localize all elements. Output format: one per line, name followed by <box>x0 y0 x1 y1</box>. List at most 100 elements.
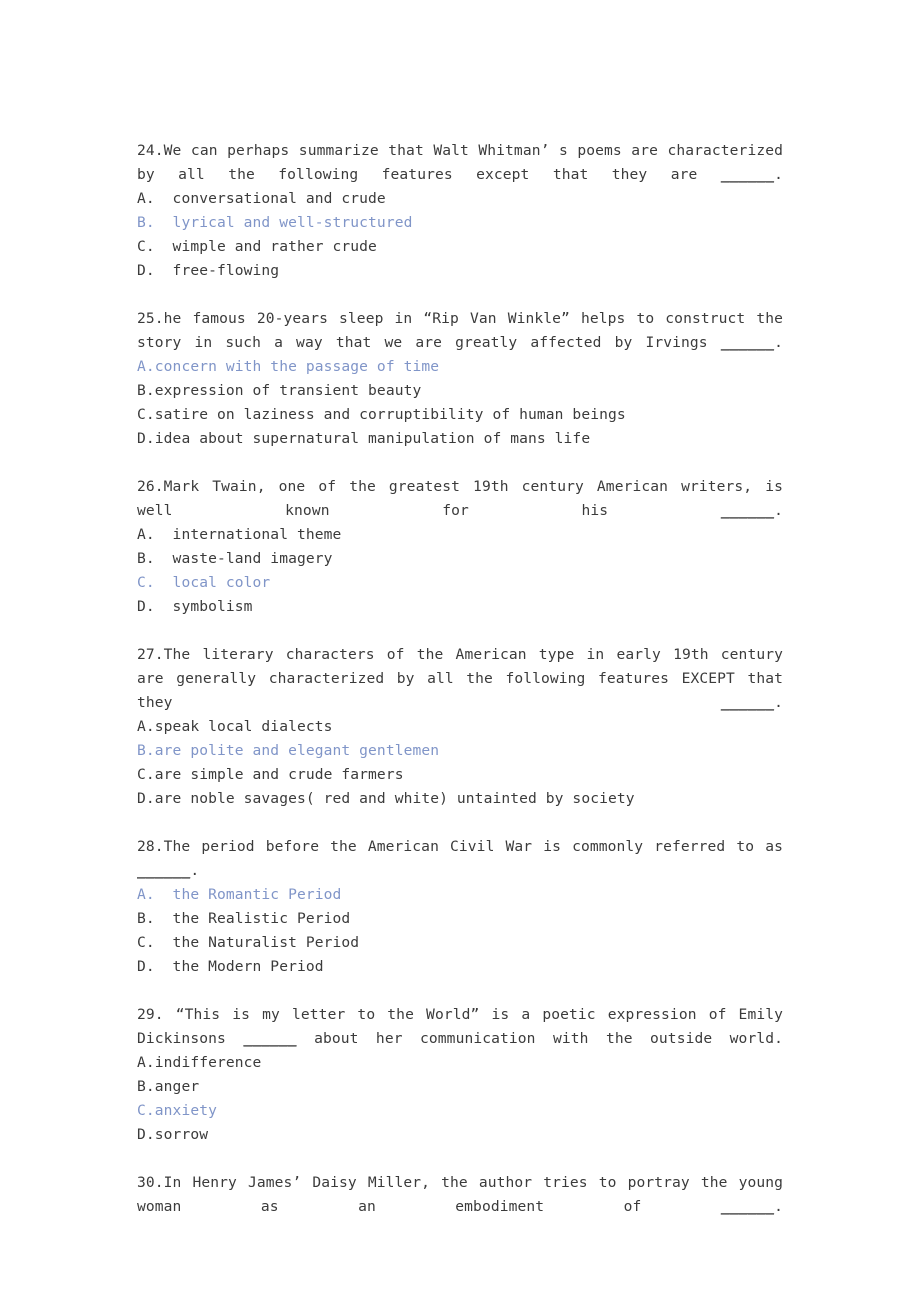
option-28-c[interactable]: C. the Naturalist Period <box>137 931 783 955</box>
answer-blank: ______ <box>720 166 775 183</box>
option-label: C. <box>137 238 155 255</box>
option-25-d[interactable]: D.idea about supernatural manipulation o… <box>137 427 783 451</box>
option-26-b[interactable]: B. waste-land imagery <box>137 547 783 571</box>
option-28-a[interactable]: A. the Romantic Period <box>137 883 783 907</box>
option-28-b[interactable]: B. the Realistic Period <box>137 907 783 931</box>
option-label: A. <box>137 358 155 375</box>
option-label: A. <box>137 526 155 543</box>
option-28-d[interactable]: D. the Modern Period <box>137 955 783 979</box>
option-label: D. <box>137 430 155 447</box>
option-29-d[interactable]: D.sorrow <box>137 1123 783 1147</box>
option-text: satire on laziness and corruptibility of… <box>154 406 626 423</box>
stem-tail: . <box>190 862 200 879</box>
option-29-a[interactable]: A.indifference <box>137 1051 783 1075</box>
question-stem-26: 26.Mark Twain, one of the greatest 19th … <box>137 475 783 523</box>
option-text: indifference <box>154 1054 262 1071</box>
option-29-c[interactable]: C.anxiety <box>137 1099 783 1123</box>
stem-line: 28.The period before the American Civil … <box>137 838 783 855</box>
option-24-a[interactable]: A. conversational and crude <box>137 187 783 211</box>
option-label: C. <box>137 574 155 591</box>
option-text: are simple and crude farmers <box>154 766 404 783</box>
option-label: A. <box>137 190 155 207</box>
option-text: waste-land imagery <box>154 550 333 567</box>
option-text: anxiety <box>154 1102 217 1119</box>
question-stem-25: 25.he famous 20-years sleep in “Rip Van … <box>137 307 783 355</box>
option-24-d[interactable]: D. free-flowing <box>137 259 783 283</box>
option-26-d[interactable]: D. symbolism <box>137 595 783 619</box>
question-block-26: 26.Mark Twain, one of the greatest 19th … <box>137 475 783 619</box>
option-25-b[interactable]: B.expression of transient beauty <box>137 379 783 403</box>
option-label: D. <box>137 598 155 615</box>
option-26-c[interactable]: C. local color <box>137 571 783 595</box>
question-block-27: 27.The literary characters of the Americ… <box>137 643 783 811</box>
option-label: B. <box>137 1078 155 1095</box>
question-stem-24: 24.We can perhaps summarize that Walt Wh… <box>137 139 783 187</box>
option-label: D. <box>137 1126 155 1143</box>
option-text: are polite and elegant gentlemen <box>154 742 440 759</box>
text-column: 24.We can perhaps summarize that Walt Wh… <box>137 139 783 1219</box>
question-stem-30: 30.In Henry James’ Daisy Miller, the aut… <box>137 1171 783 1219</box>
option-text: speak local dialects <box>154 718 333 735</box>
document-page: 24.We can perhaps summarize that Walt Wh… <box>0 0 920 1302</box>
option-label: D. <box>137 262 155 279</box>
stem-tail: . <box>774 502 783 519</box>
option-text: lyrical and well-structured <box>154 214 413 231</box>
option-label: B. <box>137 214 155 231</box>
stem-tail: . <box>774 1198 783 1215</box>
option-27-c[interactable]: C.are simple and crude farmers <box>137 763 783 787</box>
option-label: A. <box>137 718 155 735</box>
option-text: international theme <box>154 526 342 543</box>
option-25-a[interactable]: A.concern with the passage of time <box>137 355 783 379</box>
question-stem-29: 29. “This is my letter to the World” is … <box>137 1003 783 1051</box>
option-text: anger <box>154 1078 200 1095</box>
question-block-24: 24.We can perhaps summarize that Walt Wh… <box>137 139 783 283</box>
option-26-a[interactable]: A. international theme <box>137 523 783 547</box>
option-label: D. <box>137 790 155 807</box>
option-text: are noble savages( red and white) untain… <box>154 790 635 807</box>
option-label: B. <box>137 382 155 399</box>
stem-tail: . <box>774 334 783 351</box>
question-block-25: 25.he famous 20-years sleep in “Rip Van … <box>137 307 783 451</box>
question-block-30: 30.In Henry James’ Daisy Miller, the aut… <box>137 1171 783 1219</box>
option-label: C. <box>137 766 155 783</box>
option-label: D. <box>137 958 155 975</box>
option-text: symbolism <box>154 598 253 615</box>
question-block-28: 28.The period before the American Civil … <box>137 835 783 979</box>
answer-blank: ______ <box>720 502 775 519</box>
option-text: the Romantic Period <box>154 886 342 903</box>
option-27-a[interactable]: A.speak local dialects <box>137 715 783 739</box>
option-text: the Modern Period <box>154 958 324 975</box>
option-label: A. <box>137 1054 155 1071</box>
option-label: B. <box>137 742 155 759</box>
answer-blank: ______ <box>243 1030 297 1047</box>
answer-blank: ______ <box>137 862 191 879</box>
option-label: C. <box>137 934 155 951</box>
option-label: B. <box>137 910 155 927</box>
option-text: the Naturalist Period <box>154 934 360 951</box>
stem-line: his <box>581 502 721 519</box>
option-text: sorrow <box>154 1126 209 1143</box>
option-text: the Realistic Period <box>154 910 351 927</box>
option-24-c[interactable]: C. wimple and rather crude <box>137 235 783 259</box>
option-label: C. <box>137 1102 155 1119</box>
stem-line: such a way that we are greatly affected … <box>225 334 721 351</box>
stem-line: an embodiment of <box>358 1198 721 1215</box>
option-text: expression of transient beauty <box>154 382 422 399</box>
option-27-b[interactable]: B.are polite and elegant gentlemen <box>137 739 783 763</box>
option-25-c[interactable]: C.satire on laziness and corruptibility … <box>137 403 783 427</box>
option-text: idea about supernatural manipulation of … <box>154 430 591 447</box>
option-text: conversational and crude <box>154 190 386 207</box>
option-label: C. <box>137 406 155 423</box>
option-label: B. <box>137 550 155 567</box>
option-text: concern with the passage of time <box>154 358 440 375</box>
option-24-b[interactable]: B. lyrical and well-structured <box>137 211 783 235</box>
option-29-b[interactable]: B.anger <box>137 1075 783 1099</box>
option-label: A. <box>137 886 155 903</box>
option-text: free-flowing <box>154 262 280 279</box>
answer-blank: ______ <box>720 1198 775 1215</box>
stem-line: following features except that they are <box>278 166 721 183</box>
option-27-d[interactable]: D.are noble savages( red and white) unta… <box>137 787 783 811</box>
question-stem-27: 27.The literary characters of the Americ… <box>137 643 783 715</box>
answer-blank: ______ <box>720 694 775 711</box>
stem-tail: . <box>774 166 783 183</box>
